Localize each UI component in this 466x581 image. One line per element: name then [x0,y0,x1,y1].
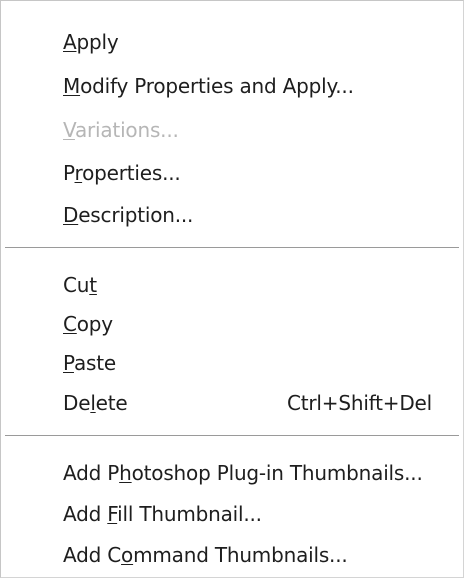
menu-item-delete[interactable]: Delete Ctrl+Shift+Del [1,385,463,421]
menu-item-label: Description... [63,203,194,227]
menu-item-label: Add Command Thumbnails... [63,543,348,567]
menu-separator [5,435,459,437]
menu-item-properties[interactable]: Properties... [1,155,463,191]
menu-item-apply[interactable]: Apply [1,24,463,60]
menu-item-label: Add Fill Thumbnail... [63,502,262,526]
menu-item-label: Modify Properties and Apply... [63,74,354,98]
menu-item-label: Properties... [63,161,181,185]
menu-item-label: Copy [63,312,113,336]
shortcut-label: Ctrl+Shift+Del [287,391,433,415]
menu-item-label: Cut [63,273,97,297]
menu-item-add-photoshop-plug-in-thumbnails[interactable]: Add Photoshop Plug-in Thumbnails... [1,455,463,491]
menu-item-label: Paste [63,351,116,375]
menu-item-variations: Variations... [1,112,463,148]
menu-item-copy[interactable]: Copy [1,306,463,342]
menu-item-paste[interactable]: Paste [1,345,463,381]
menu-item-description[interactable]: Description... [1,197,463,233]
menu-item-label: Apply [63,30,119,54]
menu-item-modify-properties-and-apply[interactable]: Modify Properties and Apply... [1,68,463,104]
menu-item-label: Add Photoshop Plug-in Thumbnails... [63,461,423,485]
context-menu: Apply Modify Properties and Apply... Var… [0,0,464,578]
menu-item-add-command-thumbnails[interactable]: Add Command Thumbnails... [1,537,463,573]
menu-item-add-fill-thumbnail[interactable]: Add Fill Thumbnail... [1,496,463,532]
menu-item-label: Variations... [63,118,179,142]
menu-item-cut[interactable]: Cut [1,267,463,303]
menu-separator [5,247,459,249]
